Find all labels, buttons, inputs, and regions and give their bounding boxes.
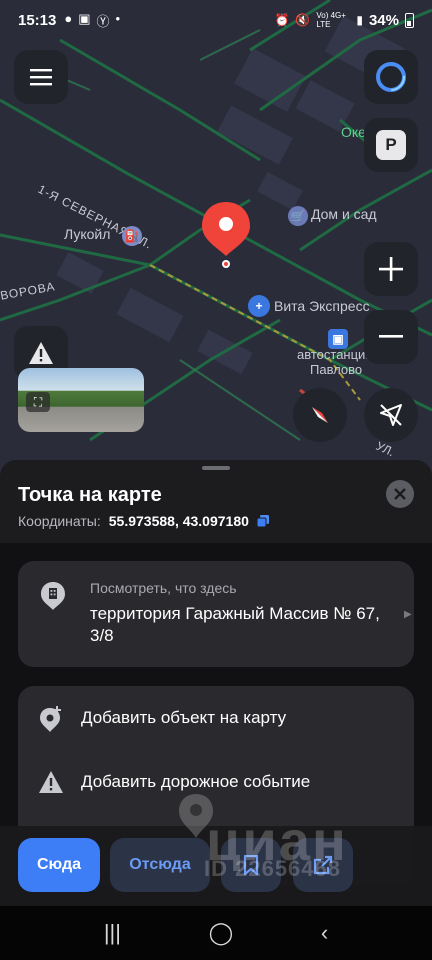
road-warning-icon <box>39 771 63 793</box>
notification-icons: ● ▣ Ⓨ • <box>64 11 120 30</box>
lightbulb-icon: ● <box>64 10 73 26</box>
add-object-label: Добавить объект на карту <box>81 708 287 727</box>
poi-label-bus-station[interactable]: автостанци. <box>297 347 369 362</box>
recent-apps-icon[interactable]: ||| <box>104 920 121 946</box>
system-icons: ⏰ 🔇 Vo) 4G+ LTE ▮ 34% <box>274 11 414 29</box>
zoom-in-button[interactable] <box>364 242 418 296</box>
share-icon <box>313 855 333 875</box>
minus-icon <box>379 335 403 338</box>
compass-button[interactable] <box>293 388 347 442</box>
coordinates-row[interactable]: Координаты: 55.973588, 43.097180 <box>18 513 269 529</box>
signal-text: Vo) 4G+ LTE <box>316 11 346 29</box>
poi-label-lukoil[interactable]: Лукойл <box>64 226 110 242</box>
yandex-icon: Ⓨ <box>96 13 110 29</box>
bookmark-icon <box>243 855 259 875</box>
alice-icon <box>376 62 406 92</box>
poi-label-vita[interactable]: Вита Экспресс <box>274 298 370 314</box>
home-icon[interactable]: ◯ <box>209 920 234 946</box>
shopping-cart-icon[interactable]: 🛒 <box>288 206 308 226</box>
add-road-event-label: Добавить дорожное событие <box>81 772 311 791</box>
location-arrow-off-icon <box>380 404 402 426</box>
address-text: территория Гаражный Массив № 67, 3/8 <box>90 604 380 645</box>
add-object-row[interactable]: Добавить объект на карту <box>18 688 414 748</box>
route-to-here-button[interactable]: Сюда <box>18 838 100 892</box>
close-icon <box>394 488 406 500</box>
location-off-button[interactable] <box>364 388 418 442</box>
alarm-icon: ⏰ <box>274 13 290 27</box>
plus-icon <box>379 257 403 281</box>
gallery-icon: ▣ <box>78 10 91 26</box>
poi-label-dom-i-sad[interactable]: Дом и сад <box>311 206 377 222</box>
route-action-bar: Сюда Отсюда <box>0 826 432 906</box>
zoom-out-button[interactable] <box>364 310 418 364</box>
clock: 15:13 <box>18 11 57 29</box>
coordinates-label: Координаты: <box>18 513 101 529</box>
menu-button[interactable] <box>14 50 68 104</box>
parking-button[interactable]: P <box>364 118 418 172</box>
sheet-title: Точка на карте <box>18 484 162 506</box>
share-button[interactable] <box>293 838 353 892</box>
mute-icon: 🔇 <box>295 13 311 27</box>
system-nav-bar: ||| ◯ ‹ <box>0 906 432 960</box>
alice-button[interactable] <box>364 50 418 104</box>
map-view[interactable]: 1-Я СЕВЕРНАЯ УЛ. ВОРОВА УЛ. Лукойл ⛽ 🛒 Д… <box>0 0 432 480</box>
map-pin-icon[interactable] <box>200 200 252 270</box>
bus-stop-icon[interactable]: ▣ <box>328 329 348 349</box>
parking-icon: P <box>376 130 406 160</box>
whats-here-card[interactable]: Посмотреть, что здесь территория Гаражны… <box>18 561 414 667</box>
back-icon[interactable]: ‹ <box>321 920 328 946</box>
gas-station-icon[interactable]: ⛽ <box>122 226 142 246</box>
whats-here-label: Посмотреть, что здесь <box>90 580 237 596</box>
battery-level: 34% <box>368 11 399 29</box>
chevron-right-icon: ▶ <box>404 609 412 620</box>
battery-icon <box>405 12 414 28</box>
add-road-event-row[interactable]: Добавить дорожное событие <box>18 752 414 812</box>
panorama-icon: ⛶ <box>26 392 50 412</box>
compass-icon <box>312 407 328 423</box>
building-pin-icon <box>41 582 65 610</box>
warning-icon <box>29 342 53 364</box>
signal-bars-icon: ▮ <box>356 13 363 27</box>
pharmacy-icon[interactable]: + <box>248 295 270 317</box>
copy-icon[interactable] <box>256 515 269 527</box>
status-bar: 15:13 ● ▣ Ⓨ • ⏰ 🔇 Vo) 4G+ LTE ▮ 34% <box>0 0 432 40</box>
route-from-here-button[interactable]: Отсюда <box>110 838 210 892</box>
poi-label-pavlovo[interactable]: Павлово <box>310 362 362 377</box>
add-place-icon <box>40 706 61 732</box>
close-button[interactable] <box>386 480 414 508</box>
dot-icon: • <box>115 10 121 26</box>
bookmark-button[interactable] <box>221 838 281 892</box>
panorama-thumbnail[interactable]: ⛶ <box>18 368 144 432</box>
coordinates-value[interactable]: 55.973588, 43.097180 <box>109 513 249 529</box>
hamburger-icon <box>30 69 52 86</box>
sheet-handle[interactable] <box>202 466 230 470</box>
